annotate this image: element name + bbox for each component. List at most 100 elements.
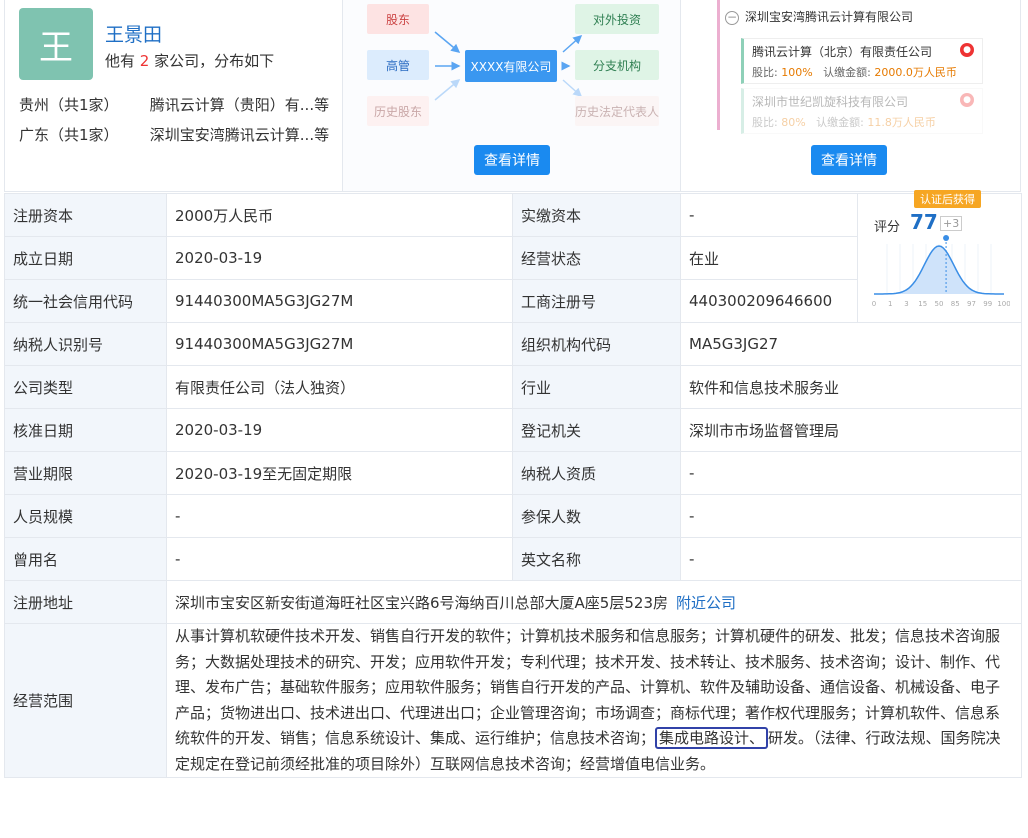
child-company-info: 股比: 80% 认缴金额: 11.8万人民币: [752, 114, 974, 130]
diagram-investment: 对外投资: [575, 4, 659, 34]
info-row: 公司类型 有限责任公司（法人独资） 行业 软件和信息技术服务业: [4, 365, 1022, 409]
region-company: 深圳宝安湾腾讯云计算...等: [149, 126, 330, 144]
field-value: -: [680, 494, 1022, 538]
field-value: -: [680, 193, 858, 237]
child-company-name: 深圳市世纪凯旋科技有限公司: [752, 95, 909, 109]
score-tick-label: 50: [935, 300, 944, 308]
field-label: 公司类型: [4, 365, 167, 409]
info-row: 核准日期 2020-03-19 登记机关 深圳市市场监督管理局: [4, 408, 1022, 452]
field-label: 纳税人识别号: [4, 322, 167, 366]
score-tick-label: 85: [951, 300, 960, 308]
field-label: 英文名称: [512, 537, 681, 581]
tree-child-card[interactable]: 腾讯云计算（北京）有限责任公司 股比: 100% 认缴金额: 2000.0万人民…: [741, 38, 983, 84]
info-row: 人员规模 - 参保人数 -: [4, 494, 1022, 538]
score-cell: 认证后获得 评分 77 +3 0 1 3 15 50 85 97 99 100: [857, 190, 1022, 323]
diagram-shareholder: 股东: [367, 4, 429, 34]
score-tick-label: 99: [983, 300, 992, 308]
score-label: 评分: [874, 220, 901, 235]
field-label: 成立日期: [4, 236, 167, 280]
collapse-icon[interactable]: −: [725, 10, 739, 25]
person-desc: 他有 2 家公司，分布如下: [105, 50, 274, 71]
info-row: 注册资本 2000万人民币 实缴资本 - 认证后获得 评分 77 +3 0 1 3 15 50 85 97 9…: [4, 190, 1022, 323]
field-value: 软件和信息技术服务业: [680, 365, 1022, 409]
score-tag: 认证后获得: [914, 190, 981, 208]
info-row: 曾用名 - 英文名称 -: [4, 537, 1022, 581]
region-item[interactable]: 贵州（共1家） 腾讯云计算（贵阳）有...等: [19, 94, 329, 115]
field-label: 工商注册号: [512, 279, 681, 323]
score-tick-label: 3: [904, 300, 908, 308]
field-label: 经营状态: [512, 236, 681, 280]
region-item[interactable]: 广东（共1家） 深圳宝安湾腾讯云计算...等: [19, 124, 329, 145]
structure-diagram: 股东 高管 历史股东 XXXX有限公司 对外投资 分支机构 历史法定代表人 查看…: [343, 0, 681, 191]
field-label: 组织机构代码: [512, 322, 681, 366]
field-label: 曾用名: [4, 537, 167, 581]
tree-connector: [717, 0, 720, 130]
logo-icon: ●: [960, 43, 974, 57]
diagram-executive: 高管: [367, 50, 429, 80]
field-label: 登记机关: [512, 408, 681, 452]
tree-root-label: 深圳宝安湾腾讯云计算有限公司: [745, 10, 914, 24]
field-value: -: [166, 494, 513, 538]
ratio-label: 股比:: [752, 66, 778, 79]
tree-detail-button[interactable]: 查看详情: [811, 145, 887, 175]
avatar: 王: [19, 8, 93, 80]
diagram-history-shareholder: 历史股东: [367, 96, 429, 126]
diagram-company: XXXX有限公司: [465, 50, 557, 82]
field-label: 人员规模: [4, 494, 167, 538]
nearby-companies-link[interactable]: 附近公司: [676, 594, 736, 612]
field-value: 91440300MA5G3JG27M: [166, 322, 513, 366]
top-panel: 王 王景田 他有 2 家公司，分布如下 贵州（共1家） 腾讯云计算（贵阳）有..…: [4, 0, 1021, 192]
field-value: 91440300MA5G3JG27M: [166, 279, 513, 323]
logo-icon: ●: [960, 93, 974, 107]
company-info-table: 注册资本 2000万人民币 实缴资本 - 认证后获得 评分 77 +3 0 1 3 15 50 85 97 9…: [4, 190, 1022, 778]
score-tick-label: 97: [967, 300, 976, 308]
field-value: -: [166, 537, 513, 581]
investment-tree: − 深圳宝安湾腾讯云计算有限公司 腾讯云计算（北京）有限责任公司 股比: 100%…: [681, 0, 1020, 191]
region-company: 腾讯云计算（贵阳）有...等: [149, 96, 330, 114]
scope-row: 经营范围 从事计算机软硬件技术开发、销售自行开发的软件；计算机技术服务和信息服务；…: [4, 623, 1022, 778]
ratio-label: 股比:: [752, 116, 778, 129]
field-label: 行业: [512, 365, 681, 409]
score-value: 77: [910, 210, 938, 234]
person-name[interactable]: 王景田: [105, 20, 162, 47]
info-row: 纳税人识别号 91440300MA5G3JG27M 组织机构代码 MA5G3JG27: [4, 322, 1022, 366]
ratio-value: 100%: [781, 66, 813, 79]
scope-highlight: 集成电路设计、: [655, 727, 769, 749]
region-name: 贵州（共1家）: [19, 96, 119, 114]
diagram-detail-button[interactable]: 查看详情: [474, 145, 550, 175]
field-label: 参保人数: [512, 494, 681, 538]
diagram-branch: 分支机构: [575, 50, 659, 80]
amount-value: 2000.0万人民币: [874, 66, 957, 79]
score-tick-label: 100: [997, 300, 1010, 308]
field-value: 2000万人民币: [166, 193, 513, 237]
field-label: 核准日期: [4, 408, 167, 452]
field-value: 深圳市市场监督管理局: [680, 408, 1022, 452]
field-label: 营业期限: [4, 451, 167, 495]
score-plus: +3: [940, 216, 963, 231]
field-label: 注册地址: [4, 580, 167, 624]
person-desc-suffix: 家公司，分布如下: [154, 52, 275, 70]
field-value: 2020-03-19: [166, 236, 513, 280]
field-label: 经营范围: [4, 623, 167, 778]
region-name: 广东（共1家）: [19, 126, 119, 144]
field-value: MA5G3JG27: [680, 322, 1022, 366]
amount-value: 11.8万人民币: [867, 116, 936, 129]
field-value: 2020-03-19: [166, 408, 513, 452]
field-value: 在业: [680, 236, 858, 280]
score-widget[interactable]: 认证后获得 评分 77 +3 0 1 3 15 50 85 97 99 100: [858, 190, 1022, 322]
amount-label: 认缴金额:: [816, 116, 864, 129]
score-tick-label: 15: [918, 300, 927, 308]
info-row: 营业期限 2020-03-19至无固定期限 纳税人资质 -: [4, 451, 1022, 495]
field-value: -: [680, 451, 1022, 495]
amount-label: 认缴金额:: [823, 66, 871, 79]
field-value: -: [680, 537, 1022, 581]
address-row: 注册地址 深圳市宝安区新安街道海旺社区宝兴路6号海纳百川总部大厦A座5层523房附…: [4, 580, 1022, 624]
tree-root[interactable]: − 深圳宝安湾腾讯云计算有限公司: [725, 8, 913, 25]
address-value: 深圳市宝安区新安街道海旺社区宝兴路6号海纳百川总部大厦A座5层523房: [175, 593, 668, 612]
field-label: 纳税人资质: [512, 451, 681, 495]
address-value-cell: 深圳市宝安区新安街道海旺社区宝兴路6号海纳百川总部大厦A座5层523房 附近公司: [166, 580, 1022, 624]
tree-child-card[interactable]: 深圳市世纪凯旋科技有限公司 股比: 80% 认缴金额: 11.8万人民币 ●: [741, 88, 983, 134]
business-scope: 从事计算机软硬件技术开发、销售自行开发的软件；计算机技术服务和信息服务；计算机硬…: [166, 623, 1022, 778]
field-value: 有限责任公司（法人独资）: [166, 365, 513, 409]
person-desc-prefix: 他有: [105, 52, 136, 70]
